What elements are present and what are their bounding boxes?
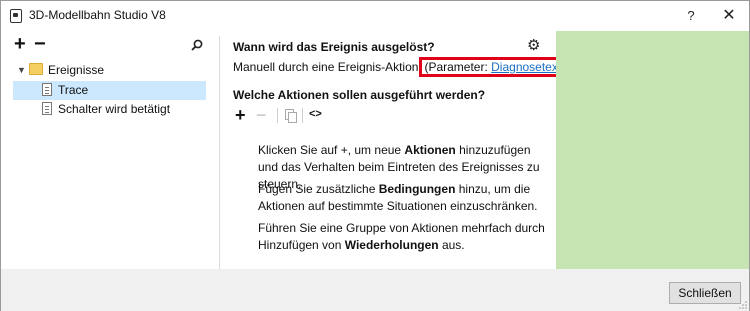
help-text: Fügen Sie zusätzliche	[258, 182, 379, 196]
chevron-down-icon[interactable]: ▼	[17, 65, 26, 75]
help-paragraph-repeats: Führen Sie eine Gruppe von Aktionen mehr…	[258, 220, 548, 254]
window-title: 3D-Modellbahn Studio V8	[29, 8, 166, 22]
add-event-button[interactable]: +	[14, 34, 26, 54]
close-button[interactable]: Schließen	[669, 282, 741, 304]
tree-item-label[interactable]: Trace	[58, 83, 88, 97]
help-emphasis: Aktionen	[404, 143, 456, 157]
param-prefix: Parameter:	[428, 60, 492, 74]
toolbar-divider	[277, 108, 278, 123]
resize-grip-icon[interactable]	[739, 301, 747, 309]
gear-icon[interactable]: ⚙	[527, 38, 540, 53]
help-paragraph-conditions: Fügen Sie zusätzliche Bedingungen hinzu,…	[258, 181, 548, 215]
toolbar-divider	[302, 108, 303, 123]
trigger-text: Manuell durch eine Ereignis-Aktion	[233, 60, 419, 74]
panel-divider[interactable]	[219, 36, 220, 269]
actions-heading: Welche Aktionen sollen ausgeführt werden…	[233, 88, 486, 102]
add-action-button[interactable]: +	[235, 106, 246, 124]
remove-event-button[interactable]: −	[34, 34, 46, 54]
trigger-heading: Wann wird das Ereignis ausgelöst?	[233, 40, 435, 54]
document-icon	[42, 102, 52, 115]
code-icon[interactable]: <>	[309, 108, 322, 120]
help-button[interactable]: ?	[673, 1, 709, 31]
help-text: Klicken Sie auf +, um neue	[258, 143, 405, 157]
trigger-description: Manuell durch eine Ereignis-Aktion (Param…	[233, 57, 574, 77]
parameter-highlight: (Parameter: Diagnosetext).	[419, 57, 574, 77]
help-emphasis: Bedingungen	[378, 182, 456, 196]
copy-icon[interactable]	[285, 109, 297, 123]
remove-action-button[interactable]: −	[256, 106, 267, 124]
help-emphasis: Wiederholungen	[344, 238, 439, 252]
help-text: aus.	[438, 238, 465, 252]
folder-icon	[29, 63, 43, 75]
title-bar: 3D-Modellbahn Studio V8 ? ✕	[1, 1, 749, 31]
button-bar	[1, 269, 749, 311]
close-window-button[interactable]: ✕	[709, 1, 749, 31]
app-icon	[10, 9, 22, 23]
document-icon	[42, 83, 52, 96]
tree-root-label[interactable]: Ereignisse	[48, 63, 104, 77]
diagnosetext-link[interactable]: Diagnosetext	[491, 60, 561, 74]
dialog-window: 3D-Modellbahn Studio V8 ? ✕ + − ▼ Ereign…	[0, 0, 750, 311]
preview-panel	[556, 31, 749, 269]
search-icon[interactable]	[191, 39, 203, 51]
tree-item-label[interactable]: Schalter wird betätigt	[58, 102, 170, 116]
